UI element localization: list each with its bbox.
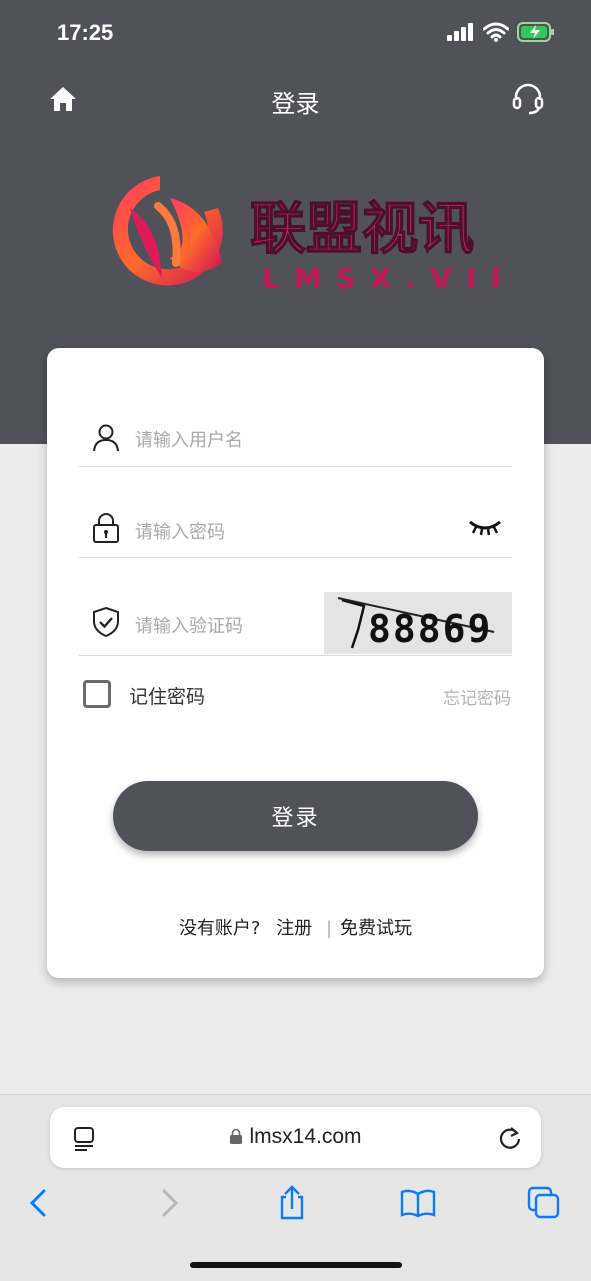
captcha-input[interactable]: 请输入验证码 — [135, 612, 243, 638]
forgot-password-link[interactable]: 忘记密码 — [443, 684, 511, 709]
forward-icon[interactable] — [150, 1185, 186, 1221]
password-field[interactable]: 请输入密码 — [79, 500, 512, 558]
status-bar: 17:25 — [0, 0, 591, 64]
share-icon[interactable] — [274, 1185, 310, 1221]
customer-service-icon[interactable] — [511, 82, 545, 116]
captcha-field[interactable]: 请输入验证码 88869 — [79, 592, 512, 656]
lock-small-icon — [230, 1128, 243, 1144]
logo-domain-text: LMSX.VIP — [262, 262, 500, 295]
home-indicator — [190, 1262, 402, 1268]
account-links: 没有账户? 注册 | 免费试玩 — [47, 914, 544, 940]
status-icons — [447, 22, 555, 42]
login-card: 请输入用户名 请输入密码 请输入验证码 88869 记住密码 忘记密码 登录 没… — [47, 348, 544, 978]
bookmarks-icon[interactable] — [400, 1185, 436, 1221]
signal-icon — [447, 23, 473, 41]
logo-chinese-text: 联盟视讯 — [250, 197, 474, 262]
url-display[interactable]: lmsx14.com — [50, 1125, 541, 1149]
tabs-icon[interactable] — [526, 1185, 562, 1221]
page-title: 登录 — [271, 90, 320, 118]
reload-icon[interactable] — [497, 1124, 523, 1150]
free-trial-link[interactable]: 免费试玩 — [340, 918, 412, 939]
lock-icon — [93, 513, 119, 543]
back-icon[interactable] — [22, 1185, 58, 1221]
password-input[interactable]: 请输入密码 — [135, 518, 225, 544]
address-bar[interactable]: lmsx14.com — [50, 1107, 541, 1168]
wifi-icon — [483, 22, 509, 42]
browser-toolbar: lmsx14.com — [0, 1094, 591, 1281]
username-field[interactable]: 请输入用户名 — [79, 408, 512, 467]
links-separator: | — [325, 918, 333, 939]
user-icon — [93, 424, 119, 452]
eye-closed-icon[interactable] — [468, 518, 502, 538]
captcha-image[interactable]: 88869 — [324, 592, 512, 654]
remember-checkbox[interactable] — [83, 680, 111, 708]
brand-logo: 联盟视讯 LMSX.VIP — [112, 176, 500, 295]
no-account-text: 没有账户? — [178, 918, 261, 939]
remember-label[interactable]: 记住密码 — [129, 682, 205, 709]
register-link[interactable]: 注册 — [276, 918, 312, 939]
shield-check-icon — [93, 606, 119, 638]
captcha-code: 88869 — [368, 607, 492, 651]
battery-icon — [517, 22, 554, 42]
status-time: 17:25 — [57, 20, 114, 45]
login-button[interactable]: 登录 — [113, 781, 478, 851]
url-text: lmsx14.com — [249, 1125, 362, 1148]
username-input[interactable]: 请输入用户名 — [135, 426, 243, 452]
